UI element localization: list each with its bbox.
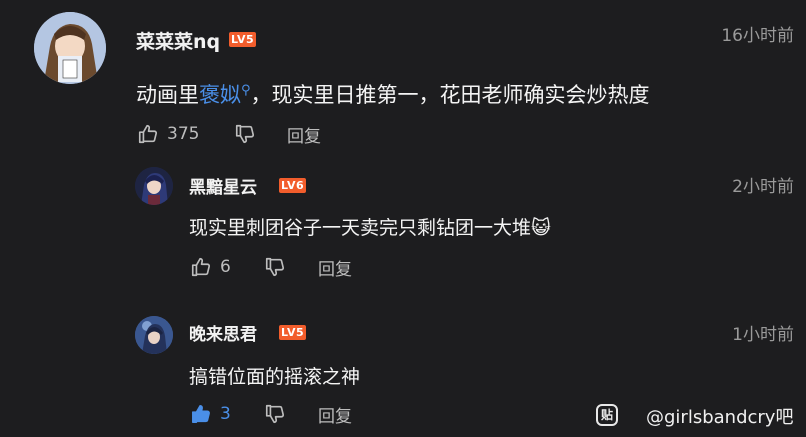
- reply-text: 现实里刺团谷子一天卖完只剩钻团一大堆😺: [189, 217, 551, 239]
- watermark-text: @girlsbandcry吧: [646, 407, 794, 428]
- avatar[interactable]: [34, 12, 106, 84]
- level-badge: LV5: [279, 325, 307, 340]
- dislike-button[interactable]: [264, 256, 286, 278]
- thumb-up-icon: [190, 403, 212, 425]
- avatar[interactable]: [135, 167, 173, 205]
- level-badge: LV5: [229, 32, 257, 47]
- username[interactable]: 菜菜菜nq: [136, 27, 220, 54]
- reply-button[interactable]: 回复: [318, 402, 352, 427]
- level-badge: LV6: [279, 178, 307, 193]
- timestamp: 16小时前: [721, 26, 794, 46]
- comment-text-after: ，现实里日推第一，花田老师确实会炒热度: [250, 83, 650, 107]
- comment-text: 动画里褒姒⚲，现实里日推第一，花田老师确实会炒热度: [136, 79, 650, 109]
- reply-button[interactable]: 回复: [287, 122, 321, 147]
- reply-button[interactable]: 回复: [318, 255, 352, 280]
- like-button[interactable]: 6: [190, 256, 231, 278]
- comment-text-before: 动画里: [136, 83, 199, 107]
- like-count: 375: [167, 124, 200, 144]
- username[interactable]: 黑黯星云: [189, 173, 257, 198]
- timestamp: 2小时前: [732, 177, 794, 197]
- tieba-icon: 贴: [596, 404, 618, 426]
- avatar[interactable]: [135, 316, 173, 354]
- like-button[interactable]: 375: [137, 123, 199, 145]
- thumb-up-icon: [137, 123, 159, 145]
- search-link[interactable]: 褒姒: [199, 83, 241, 107]
- dislike-button[interactable]: [234, 123, 256, 145]
- thumb-down-icon: [234, 123, 256, 145]
- thumb-down-icon: [264, 403, 286, 425]
- search-icon[interactable]: ⚲: [241, 83, 251, 98]
- timestamp: 1小时前: [732, 325, 794, 345]
- thumb-down-icon: [264, 256, 286, 278]
- username[interactable]: 晚来思君: [189, 320, 257, 345]
- dislike-button[interactable]: [264, 403, 286, 425]
- reply-text: 搞错位面的摇滚之神: [189, 366, 361, 388]
- like-count: 6: [220, 257, 231, 277]
- like-button[interactable]: 3: [190, 403, 231, 425]
- like-count: 3: [220, 404, 231, 424]
- thumb-up-icon: [190, 256, 212, 278]
